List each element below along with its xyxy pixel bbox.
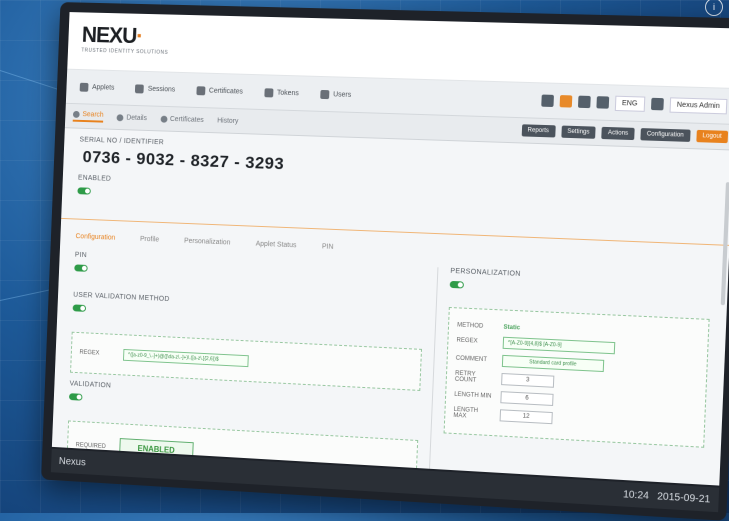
pin-label: PIN (74, 251, 87, 260)
personalization-box: Method Static Regex ^[A-Z0-9]{4,8}$ [A-Z… (443, 306, 710, 448)
length-min-input[interactable]: 6 (500, 391, 554, 407)
validation-method-block: User validation method (72, 292, 424, 339)
pin-block: PIN (74, 252, 426, 298)
token-icon (264, 87, 274, 97)
regex-label: Regex (79, 349, 100, 357)
length-max-input[interactable]: 12 (499, 409, 553, 425)
left-column: PIN User validation method Regex ^([a-z0… (65, 251, 439, 486)
length-min-label: Length min (454, 391, 492, 400)
taskbar-tray: 10:24 2015-09-21 (623, 489, 711, 505)
nav-item-sessions[interactable]: Sessions (129, 81, 181, 97)
play-icon (116, 113, 124, 121)
configuration-button[interactable]: Configuration (640, 128, 691, 142)
right-column: Personalization Method Static Regex ^[A-… (429, 267, 712, 485)
method-value: Static (503, 324, 521, 332)
subtab-pin[interactable]: PIN (322, 243, 334, 250)
subtab-profile[interactable]: Profile (140, 236, 159, 244)
tab-certificates[interactable]: Certificates (160, 115, 204, 123)
nav-item-label: Tokens (276, 89, 299, 97)
comment-input[interactable]: Standard card profile (501, 354, 605, 373)
tab-actions: Reports Settings Actions Configuration L… (521, 124, 729, 144)
enabled-toggle[interactable] (77, 187, 91, 195)
regex-box: Regex ^([a-z0-9_\.-]+)@([\da-z\.-]+)\.([… (70, 331, 423, 391)
required-label: Required (75, 441, 106, 450)
logo: NEXU· (81, 22, 143, 49)
logo-text: NEXU (81, 22, 137, 49)
main-content: Serial no / identifier 0736 - 9032 - 832… (52, 128, 729, 486)
nav-item-tokens[interactable]: Tokens (258, 85, 305, 101)
nav-item-certificates[interactable]: Certificates (190, 83, 249, 100)
nav-item-label: Certificates (208, 87, 244, 96)
tab-search[interactable]: Search (72, 110, 104, 123)
regex2-input[interactable]: ^[A-Z0-9]{4,8}$ [A-Z0-9] (502, 336, 616, 355)
pin-toggle[interactable] (74, 264, 88, 272)
tab-details[interactable]: Details (116, 113, 148, 122)
search-icon (72, 110, 80, 118)
logout-button[interactable]: Logout (695, 129, 729, 144)
user-icon (650, 97, 664, 111)
certificate-icon (196, 85, 206, 95)
comment-label: Comment (455, 355, 488, 364)
logo-dot: · (135, 23, 143, 49)
reports-button[interactable]: Reports (521, 124, 556, 138)
tab-label: History (217, 116, 239, 125)
gear-icon (160, 115, 168, 123)
regex-input[interactable]: ^([a-z0-9_\.-]+)@([\da-z\.-]+)\.([a-z\.]… (122, 348, 249, 368)
nav-right-tools: ENG Nexus Admin (540, 93, 728, 114)
settings-button[interactable]: Settings (560, 125, 596, 139)
nav-item-label: Applets (92, 83, 115, 92)
tab-label: Details (126, 114, 148, 122)
nav-item-users[interactable]: Users (314, 86, 357, 102)
length-max-label: Length max (453, 406, 479, 420)
app-screen: NEXU· TRUSTED IDENTITY SOLUTIONS Applets… (51, 12, 729, 486)
pencil-icon[interactable] (559, 95, 572, 108)
sessions-icon (135, 83, 145, 94)
tagline: TRUSTED IDENTITY SOLUTIONS (81, 47, 169, 56)
nav-item-label: Sessions (147, 85, 176, 93)
language-selector[interactable]: ENG (614, 95, 646, 112)
personalization-toggle[interactable] (449, 280, 464, 289)
taskbar-time: 10:24 (622, 488, 650, 502)
taskbar-date: 2015-09-21 (656, 490, 711, 506)
regex2-label: Regex (456, 337, 478, 345)
validation-toggle[interactable] (68, 393, 83, 401)
taskbar-app-label[interactable]: Nexus (59, 456, 86, 468)
subtab-configuration[interactable]: Configuration (75, 233, 115, 241)
monitor: NEXU· TRUSTED IDENTITY SOLUTIONS Applets… (41, 2, 729, 521)
nav-item-applets[interactable]: Applets (74, 79, 121, 95)
close-icon[interactable] (540, 94, 554, 108)
tab-label: Certificates (169, 115, 204, 124)
tab-history[interactable]: History (217, 117, 238, 125)
validation-method-toggle[interactable] (72, 304, 87, 312)
subtab-personalization[interactable]: Personalization (184, 238, 231, 247)
method-label: Method (456, 322, 484, 330)
regex-row: Regex ^([a-z0-9_\.-]+)@([\da-z\.-]+)\.([… (79, 347, 412, 376)
monitor-icon[interactable] (595, 96, 609, 109)
subtab-applet-status[interactable]: Applet Status (256, 241, 297, 250)
personalization-label: Personalization (450, 267, 521, 278)
download-icon[interactable] (577, 95, 591, 109)
nav-item-label: Users (333, 90, 352, 99)
applets-icon (79, 82, 89, 92)
user-menu[interactable]: Nexus Admin (669, 96, 728, 114)
retries-label: Retry count (454, 370, 477, 384)
users-icon (320, 89, 330, 99)
actions-button[interactable]: Actions (601, 126, 635, 141)
retries-input[interactable]: 3 (501, 372, 555, 388)
tab-label: Search (82, 110, 104, 119)
config-columns: PIN User validation method Regex ^([a-z0… (65, 251, 712, 486)
